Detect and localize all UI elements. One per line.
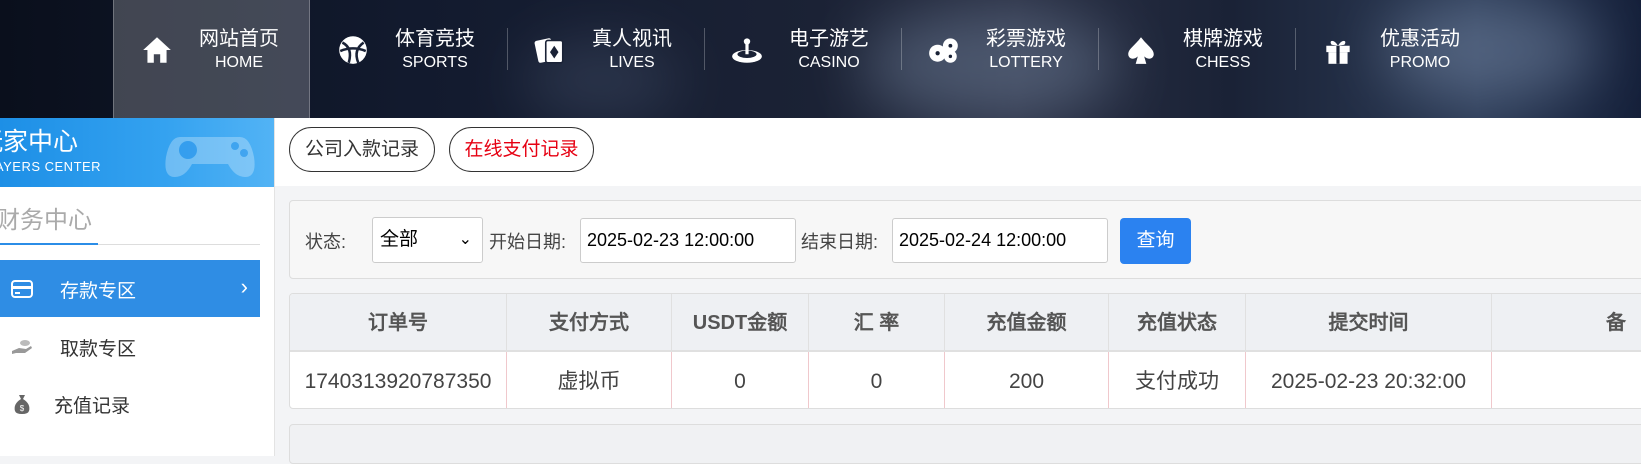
nav-label: 网站首页 [199,28,279,50]
status-select[interactable]: 全部 ⌄ [372,217,483,263]
table-cell: 0 [672,352,809,408]
ball-icon [339,36,367,64]
players-center-banner: 玩家中心 PLAYERS CENTER [0,118,274,187]
section-title: 财务中心 [0,207,92,234]
nav-home[interactable]: 网站首页 HOME [113,0,310,118]
nav-sublabel: HOME [215,54,263,71]
column-header: 订单号 [290,294,507,350]
records-table: 订单号 支付方式 USDT金额 汇 率 充值金额 充值状态 提交时间 备 174… [289,293,1641,409]
record-tabs: 公司入款记录 在线支付记录 [275,118,1641,186]
nav-sublabel: CHESS [1195,54,1251,71]
menu-recharge-record[interactable]: $ 充值记录 [0,375,260,432]
nav-label: 彩票游戏 [986,28,1066,50]
nav-lottery[interactable]: 彩票游戏 LOTTERY [901,0,1098,118]
sidebar: 玩家中心 PLAYERS CENTER 财务中心 存款专区 › 取款专区 $ 充… [0,118,275,456]
nav-sublabel: PROMO [1389,54,1451,71]
nav-sublabel: LIVES [609,54,655,71]
filter-panel: 状态: 全部 ⌄ 开始日期: 2025-02-23 12:00:00 结束日期:… [289,200,1641,279]
banner-title: 玩家中心 [0,128,79,156]
table-header: 订单号 支付方式 USDT金额 汇 率 充值金额 充值状态 提交时间 备 [290,294,1641,352]
query-button[interactable]: 查询 [1120,218,1191,264]
gamepad-icon [165,137,255,177]
dice-icon [929,38,958,63]
menu-label: 存款专区 [60,281,137,302]
end-date-label: 结束日期: [801,232,879,252]
start-date-label: 开始日期: [489,232,567,252]
nav-label: 真人视讯 [592,28,672,50]
column-header: 提交时间 [1246,294,1492,350]
svg-text:$: $ [20,404,25,413]
column-header: USDT金额 [672,294,809,350]
nav-promo[interactable]: 优惠活动 PROMO [1295,0,1492,118]
tab-company-deposit[interactable]: 公司入款记录 [289,127,435,172]
table-row: 1740313920787350 虚拟币 0 0 200 支付成功 2025-0… [290,352,1641,408]
column-header: 支付方式 [507,294,672,350]
nav-label: 电子游艺 [789,28,869,50]
banner-subtitle: PLAYERS CENTER [0,159,102,174]
top-navigation: 网站首页 HOME 体育竞技 SPORTS 真人视讯 LIVES 电子游艺 CASINO… [0,0,1641,118]
status-label: 状态: [305,232,347,252]
table-cell [1492,352,1641,408]
nav-lives[interactable]: 真人视讯 LIVES [507,0,704,118]
gift-icon [1326,40,1350,64]
nav-sublabel: SPORTS [402,54,468,71]
table-cell: 支付成功 [1109,352,1246,408]
nav-label: 优惠活动 [1380,28,1460,50]
nav-chess[interactable]: 棋牌游戏 CHESS [1098,0,1295,118]
cards-icon [534,38,564,64]
spade-icon [1128,37,1154,64]
chevron-right-icon: › [240,274,248,299]
table-cell: 虚拟币 [507,352,672,408]
hand-coin-icon [12,340,32,354]
pagination-panel [289,424,1641,464]
nav-label: 棋牌游戏 [1183,28,1263,50]
menu-label: 取款专区 [60,339,137,360]
main-content: 公司入款记录 在线支付记录 状态: 全部 ⌄ 开始日期: 2025-02-23 … [275,118,1641,464]
money-bag-icon: $ [14,395,30,414]
menu-deposit[interactable]: 存款专区 › [0,260,260,317]
table-cell: 2025-02-23 20:32:00 [1246,352,1492,408]
end-date-input[interactable]: 2025-02-24 12:00:00 [892,218,1108,263]
roulette-icon [732,38,762,63]
nav-label: 体育竞技 [395,28,475,50]
column-header: 充值状态 [1109,294,1246,350]
start-date-input[interactable]: 2025-02-23 12:00:00 [580,218,796,263]
status-value: 全部 [380,229,419,250]
menu-label: 充值记录 [54,396,131,417]
nav-sports[interactable]: 体育竞技 SPORTS [310,0,507,118]
home-icon [143,37,171,63]
nav-sublabel: CASINO [798,54,860,71]
menu-withdraw[interactable]: 取款专区 [0,318,260,375]
column-header: 充值金额 [945,294,1109,350]
nav-casino[interactable]: 电子游艺 CASINO [704,0,901,118]
nav-sublabel: LOTTERY [989,54,1063,71]
card-icon [11,280,33,298]
chevron-down-icon: ⌄ [458,231,472,248]
table-cell: 1740313920787350 [290,352,507,408]
table-cell: 0 [809,352,945,408]
tab-online-payment[interactable]: 在线支付记录 [449,127,594,172]
column-header: 汇 率 [809,294,945,350]
table-cell: 200 [945,352,1109,408]
column-header: 备 [1606,312,1626,334]
